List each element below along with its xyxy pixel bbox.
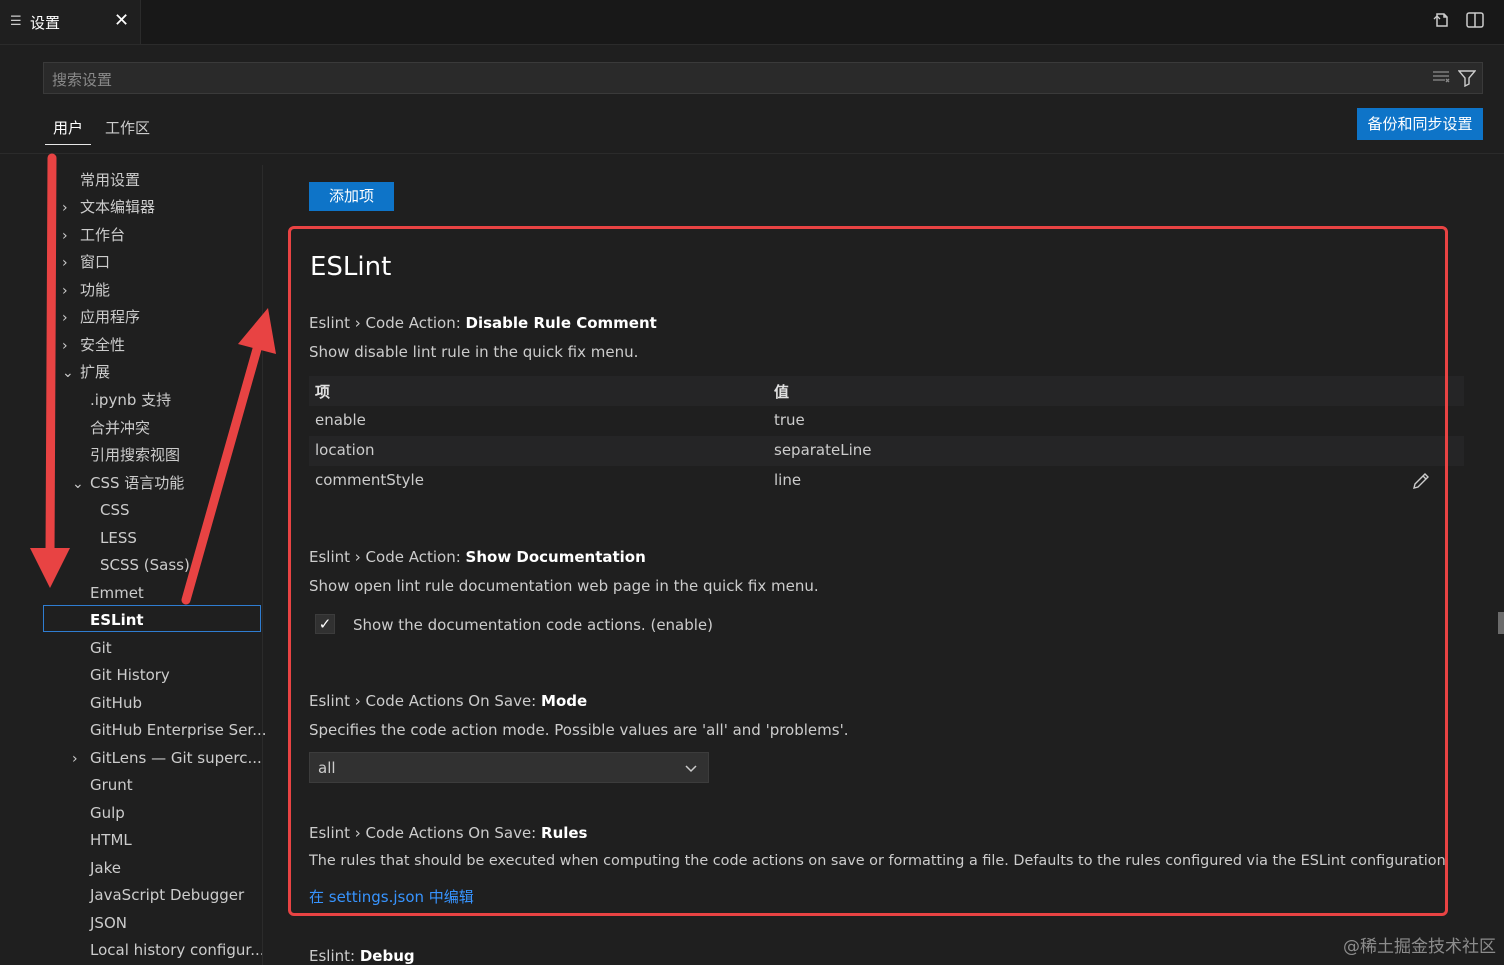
watermark: @稀土掘金技术社区	[1343, 937, 1496, 957]
annotation-arrow-up	[181, 337, 264, 605]
annotation-arrows	[30, 153, 276, 605]
annotation-arrow-down	[45, 153, 57, 560]
scrollbar-thumb[interactable]	[1498, 612, 1504, 634]
annotation-arrowhead-up	[238, 308, 276, 354]
annotation-arrowhead-down	[30, 548, 70, 588]
